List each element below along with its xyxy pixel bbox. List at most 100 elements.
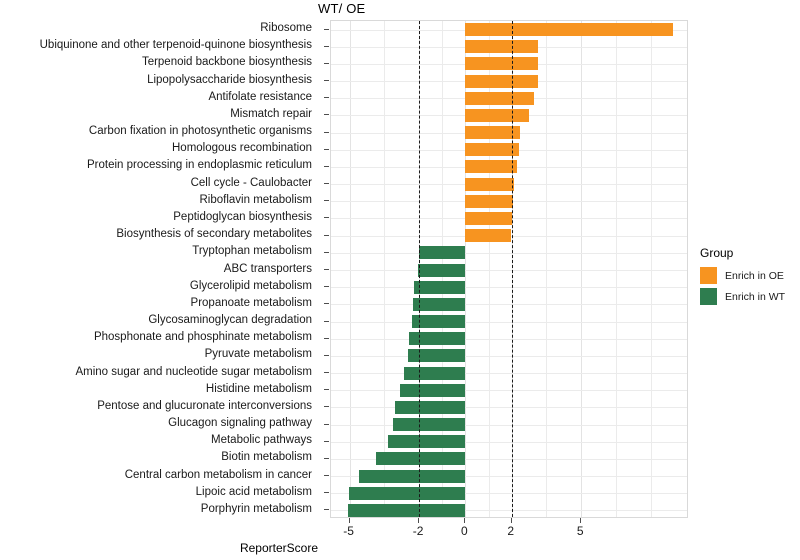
y-axis-tick — [324, 406, 329, 408]
reference-line — [511, 21, 513, 517]
bar[interactable] — [465, 177, 515, 191]
y-axis-tick — [324, 337, 329, 339]
bar[interactable] — [395, 400, 466, 414]
x-axis-tick-label: 0 — [461, 524, 468, 538]
x-axis-title-text: ReporterScore — [239, 541, 319, 555]
y-axis-label: Biosynthesis of secondary metabolites — [116, 228, 312, 241]
y-axis-tick — [324, 389, 329, 391]
y-axis-tick — [324, 509, 329, 511]
y-axis-tick — [324, 114, 329, 116]
y-axis-tick — [324, 286, 329, 288]
bar[interactable] — [358, 469, 466, 483]
gridline-row — [331, 373, 687, 375]
legend-swatch-enrich-oe — [700, 267, 717, 284]
bar[interactable] — [465, 74, 538, 88]
y-axis-tick — [324, 269, 329, 270]
x-axis-tick — [348, 518, 350, 523]
y-axis-tick — [324, 45, 329, 47]
bar[interactable] — [465, 194, 513, 208]
bar[interactable] — [387, 435, 466, 449]
legend-item-enrich-oe[interactable]: Enrich in OE — [700, 267, 796, 284]
y-axis-tick — [324, 165, 329, 167]
bar[interactable] — [376, 452, 466, 466]
y-axis-tick — [324, 251, 329, 253]
x-axis-tick-label: 2 — [507, 524, 515, 538]
gridline-row — [331, 407, 687, 409]
y-axis-label: Ribosome — [260, 22, 312, 35]
gridline-row — [331, 252, 687, 254]
chart-root: WT/ OE Ribosome Ubiquinone and other terp… — [0, 0, 800, 560]
legend-label-enrich-wt: Enrich in WT — [725, 290, 786, 303]
bar[interactable] — [407, 349, 466, 363]
y-axis-tick — [324, 440, 329, 442]
y-axis-tick — [324, 320, 329, 322]
y-axis-label: Glycosaminoglycan degradation — [148, 314, 312, 327]
y-axis-label: Riboflavin metabolism — [199, 193, 313, 206]
y-axis-tick — [324, 475, 329, 477]
bar[interactable] — [348, 503, 466, 517]
bar[interactable] — [465, 108, 530, 122]
bar[interactable] — [349, 486, 466, 500]
bar[interactable] — [465, 229, 512, 243]
gridline-row — [331, 338, 687, 340]
bar[interactable] — [413, 297, 466, 311]
y-axis-label: Homologous recombination — [172, 142, 312, 155]
y-axis-tick — [324, 423, 329, 425]
y-axis-label: Amino sugar and nucleotide sugar metabol… — [75, 365, 312, 378]
y-axis-label: Carbon fixation in photosynthetic organi… — [88, 125, 312, 138]
y-axis-label: Cell cycle - Caulobacter — [190, 176, 312, 189]
y-axis-tick — [324, 62, 329, 64]
x-axis-tick-label: -2 — [412, 524, 424, 538]
x-axis-tick-label: -5 — [343, 524, 354, 538]
bar[interactable] — [417, 263, 466, 277]
y-axis-label: Phosphonate and phosphinate metabolism — [93, 331, 312, 344]
y-axis-tick — [324, 183, 329, 185]
bar[interactable] — [413, 280, 466, 294]
legend-title: Group — [700, 246, 734, 260]
y-axis-label: Glucagon signaling pathway — [168, 417, 312, 430]
bar[interactable] — [400, 383, 466, 397]
bar[interactable] — [418, 246, 466, 260]
y-axis-tick — [324, 131, 329, 133]
y-axis-label: Propanoate metabolism — [190, 296, 312, 309]
bar[interactable] — [465, 40, 539, 54]
x-axis-tick-label: 5 — [576, 524, 584, 538]
y-axis-label: Lipopolysaccharide biosynthesis — [147, 73, 312, 86]
bar[interactable] — [465, 211, 513, 225]
gridline-row — [331, 441, 687, 443]
y-axis-tick — [324, 148, 329, 150]
y-axis-label: Central carbon metabolism in cancer — [124, 468, 312, 481]
y-axis-label: Lipoic acid metabolism — [195, 485, 312, 498]
y-axis-label: Antifolate resistance — [208, 90, 312, 103]
y-axis-tick — [324, 303, 329, 305]
bar[interactable] — [465, 57, 538, 71]
gridline-row — [331, 304, 687, 306]
page-title: WT/ OE — [318, 1, 366, 16]
y-axis-label: Terpenoid backbone biosynthesis — [141, 56, 312, 69]
bar[interactable] — [403, 366, 466, 380]
y-axis-tick — [324, 234, 329, 236]
bar[interactable] — [465, 23, 673, 37]
y-axis-label: Pyruvate metabolism — [204, 348, 312, 361]
bar[interactable] — [465, 160, 518, 174]
bar[interactable] — [465, 143, 519, 157]
bar[interactable] — [393, 418, 466, 432]
bar[interactable] — [408, 332, 466, 346]
legend-item-enrich-wt[interactable]: Enrich in WT — [700, 288, 796, 305]
y-axis-tick — [324, 80, 329, 82]
gridline-row — [331, 270, 687, 271]
legend-swatch-enrich-wt — [700, 288, 717, 305]
y-axis-label: Pentose and glucuronate interconversions — [97, 399, 312, 412]
y-axis-tick — [324, 492, 329, 494]
gridline-row — [331, 390, 687, 392]
gridline-row — [331, 424, 687, 426]
legend-label-enrich-oe: Enrich in OE — [725, 269, 784, 282]
y-axis-label: Glycerolipid metabolism — [189, 279, 312, 292]
x-axis-title: ReporterScore — [0, 541, 800, 555]
y-axis-tick — [324, 372, 329, 374]
y-axis-tick — [324, 97, 329, 99]
bar[interactable] — [465, 91, 534, 105]
reference-line — [419, 21, 421, 517]
y-axis-label: Metabolic pathways — [211, 434, 312, 447]
x-axis-tick — [510, 518, 512, 523]
